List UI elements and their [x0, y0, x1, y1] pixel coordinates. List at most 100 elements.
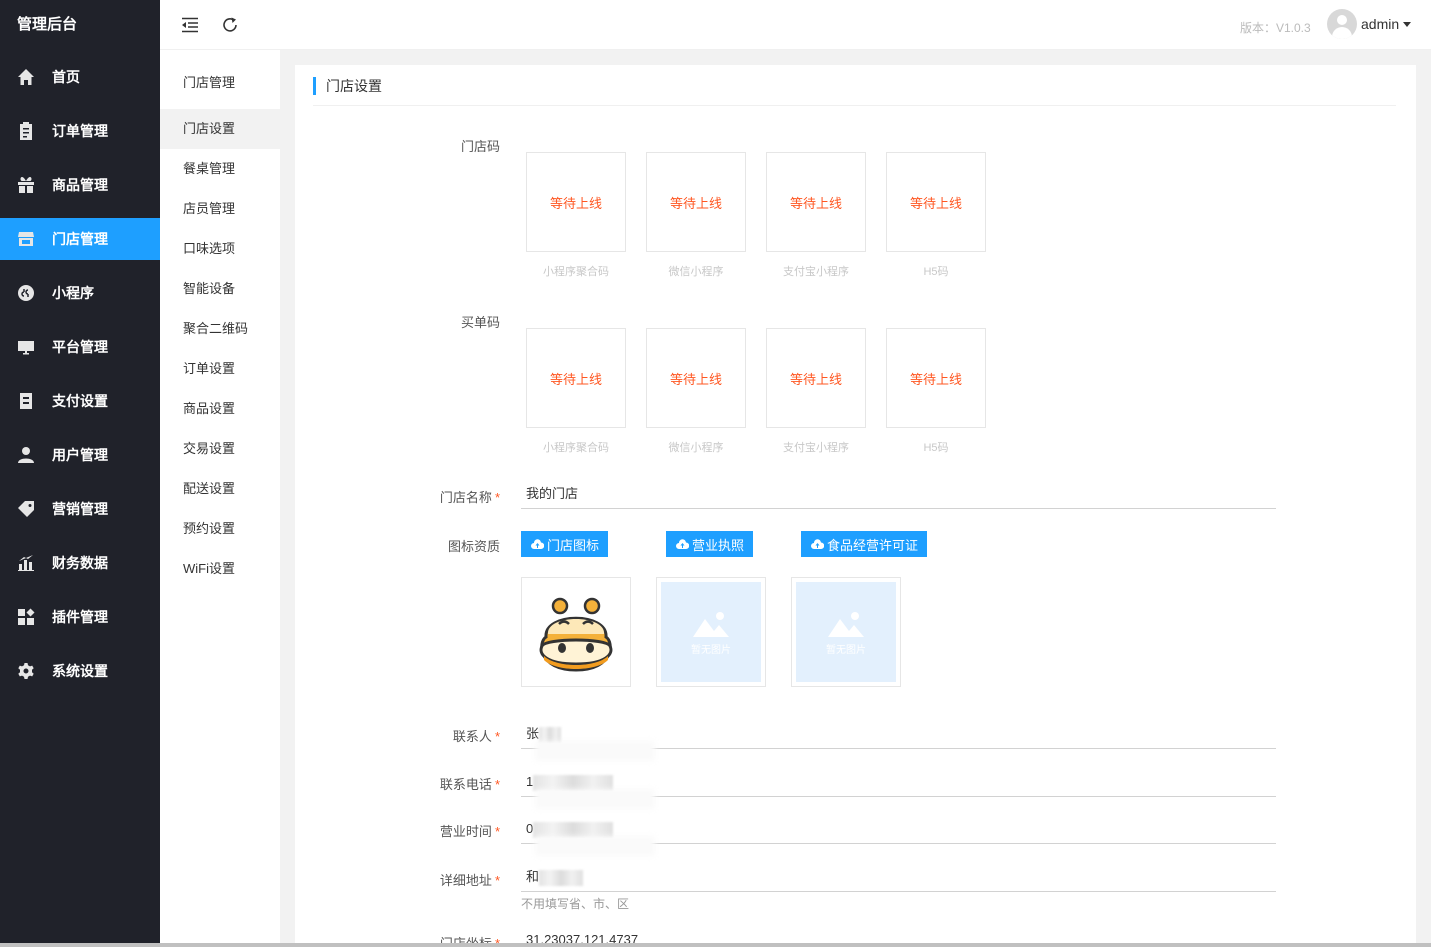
page-title: 门店设置 [313, 77, 382, 95]
upload-food-license-button[interactable]: 食品经营许可证 [801, 531, 928, 557]
sidebar-item-label: 营销管理 [52, 501, 108, 517]
submenu-item-store-settings[interactable]: 门店设置 [160, 109, 280, 149]
sidebar-item-payment[interactable]: 支付设置 [0, 380, 160, 422]
gift-icon [16, 175, 36, 195]
submenu-item-qrcode[interactable]: 聚合二维码 [160, 309, 280, 349]
pay-code-wechat-box: 等待上线 [646, 328, 746, 428]
store-icon-preview[interactable] [521, 577, 631, 687]
sidebar-item-platform[interactable]: 平台管理 [0, 326, 160, 368]
qr-caption: 支付宝小程序 [783, 442, 849, 454]
store-code-alipay-box: 等待上线 [766, 152, 866, 252]
menu-collapse-icon[interactable] [179, 14, 201, 36]
submenu-item-product-settings[interactable]: 商品设置 [160, 389, 280, 429]
store-name-input[interactable]: 我的门店 [521, 479, 1276, 509]
upload-business-license-button[interactable]: 营业执照 [666, 531, 754, 557]
qr-caption: 微信小程序 [668, 266, 724, 278]
clipboard-icon [16, 121, 36, 141]
food-license-preview[interactable]: 暂无图片 [791, 577, 901, 687]
submenu-item-wifi-settings[interactable]: WiFi设置 [160, 549, 280, 589]
sidebar-item-miniapp[interactable]: 小程序 [0, 272, 160, 314]
sidebar-item-label: 插件管理 [52, 609, 108, 625]
qr-caption: 支付宝小程序 [783, 266, 849, 278]
address-label: 详细地址 * [380, 870, 500, 889]
redaction-halo [535, 741, 655, 761]
refresh-icon[interactable] [219, 14, 241, 36]
store-code-label: 门店码 [460, 139, 500, 154]
image-icon [828, 611, 864, 637]
sidebar-item-settings[interactable]: 系统设置 [0, 650, 160, 692]
sidebar-item-label: 首页 [52, 69, 80, 85]
placeholder-text: 暂无图片 [826, 644, 866, 656]
store-code-h5-box: 等待上线 [886, 152, 986, 252]
store-code-wechat-box: 等待上线 [646, 152, 746, 252]
pay-code-miniapp-box: 等待上线 [526, 328, 626, 428]
store-settings-card: 门店设置 门店码 等待上线 等待上线 等待上线 等待上线 小程序聚合码 微信小程… [295, 65, 1416, 947]
sidebar-item-finance[interactable]: 财务数据 [0, 542, 160, 584]
avatar [1327, 9, 1357, 39]
upload-store-icon-button[interactable]: 门店图标 [521, 531, 609, 557]
field-label-text: 营业时间 [439, 824, 492, 839]
submenu-item-reservation-settings[interactable]: 预约设置 [160, 509, 280, 549]
sidebar: 管理后台 首页 订单管理 商品管理 门店管理 小程序 平台管理 支付设置 用户管… [0, 0, 160, 947]
caret-down-icon [1403, 21, 1412, 27]
required-mark: * [494, 729, 500, 744]
monitor-icon [16, 337, 36, 357]
payment-icon [16, 391, 36, 411]
required-mark: * [494, 873, 500, 888]
contact-label: 联系人 * [380, 726, 500, 745]
sidebar-item-home[interactable]: 首页 [0, 56, 160, 98]
miniapp-icon [16, 283, 36, 303]
submenu-item-delivery-settings[interactable]: 配送设置 [160, 469, 280, 509]
pending-text: 等待上线 [789, 195, 842, 211]
sidebar-item-marketing[interactable]: 营销管理 [0, 488, 160, 530]
pending-text: 等待上线 [909, 371, 962, 387]
redacted-blur [539, 869, 584, 886]
redaction-halo [535, 836, 655, 856]
image-icon [693, 611, 729, 637]
sidebar-item-label: 平台管理 [52, 339, 108, 355]
store-code-miniapp-box: 等待上线 [526, 152, 626, 252]
qr-caption: H5码 [923, 266, 949, 278]
pending-text: 等待上线 [549, 371, 602, 387]
store-icon [16, 229, 36, 249]
horizontal-scrollbar[interactable] [0, 943, 1431, 947]
button-label: 食品经营许可证 [827, 537, 919, 553]
qr-caption: 小程序聚合码 [543, 442, 609, 454]
sidebar-item-label: 财务数据 [52, 555, 108, 571]
field-label-text: 详细地址 [439, 873, 492, 888]
image-placeholder: 暂无图片 [796, 582, 896, 682]
sidebar-item-products[interactable]: 商品管理 [0, 164, 160, 206]
pay-code-alipay-box: 等待上线 [766, 328, 866, 428]
address-input[interactable]: 和 [521, 862, 1276, 892]
button-label: 营业执照 [692, 537, 745, 553]
qr-caption: 微信小程序 [668, 442, 724, 454]
field-label-text: 联系电话 [439, 777, 492, 792]
placeholder-text: 暂无图片 [691, 644, 731, 656]
input-value: 张 [526, 726, 540, 741]
sidebar-item-label: 系统设置 [52, 663, 108, 679]
submenu-item-tables[interactable]: 餐桌管理 [160, 149, 280, 189]
user-menu[interactable]: admin [1327, 9, 1412, 39]
submenu-item-flavors[interactable]: 口味选项 [160, 229, 280, 269]
bar-chart-icon [16, 553, 36, 573]
submenu-item-trade-settings[interactable]: 交易设置 [160, 429, 280, 469]
sidebar-item-orders[interactable]: 订单管理 [0, 110, 160, 152]
sidebar-item-plugins[interactable]: 插件管理 [0, 596, 160, 638]
submenu-item-order-settings[interactable]: 订单设置 [160, 349, 280, 389]
submenu-item-devices[interactable]: 智能设备 [160, 269, 280, 309]
business-license-preview[interactable]: 暂无图片 [656, 577, 766, 687]
sidebar-item-users[interactable]: 用户管理 [0, 434, 160, 476]
submenu-item-staff[interactable]: 店员管理 [160, 189, 280, 229]
required-mark: * [494, 824, 500, 839]
required-mark: * [494, 490, 500, 505]
pending-text: 等待上线 [669, 371, 722, 387]
assets-label: 图标资质 [447, 539, 500, 554]
submenu: 门店管理 门店设置 餐桌管理 店员管理 口味选项 智能设备 聚合二维码 订单设置… [160, 50, 280, 947]
tag-icon [16, 499, 36, 519]
pay-code-label: 买单码 [460, 315, 500, 330]
qr-caption: H5码 [923, 442, 949, 454]
sidebar-item-stores[interactable]: 门店管理 [0, 218, 160, 260]
redaction-halo [535, 789, 655, 809]
store-name-label: 门店名称 * [380, 487, 500, 506]
cloud-upload-icon [676, 538, 689, 549]
